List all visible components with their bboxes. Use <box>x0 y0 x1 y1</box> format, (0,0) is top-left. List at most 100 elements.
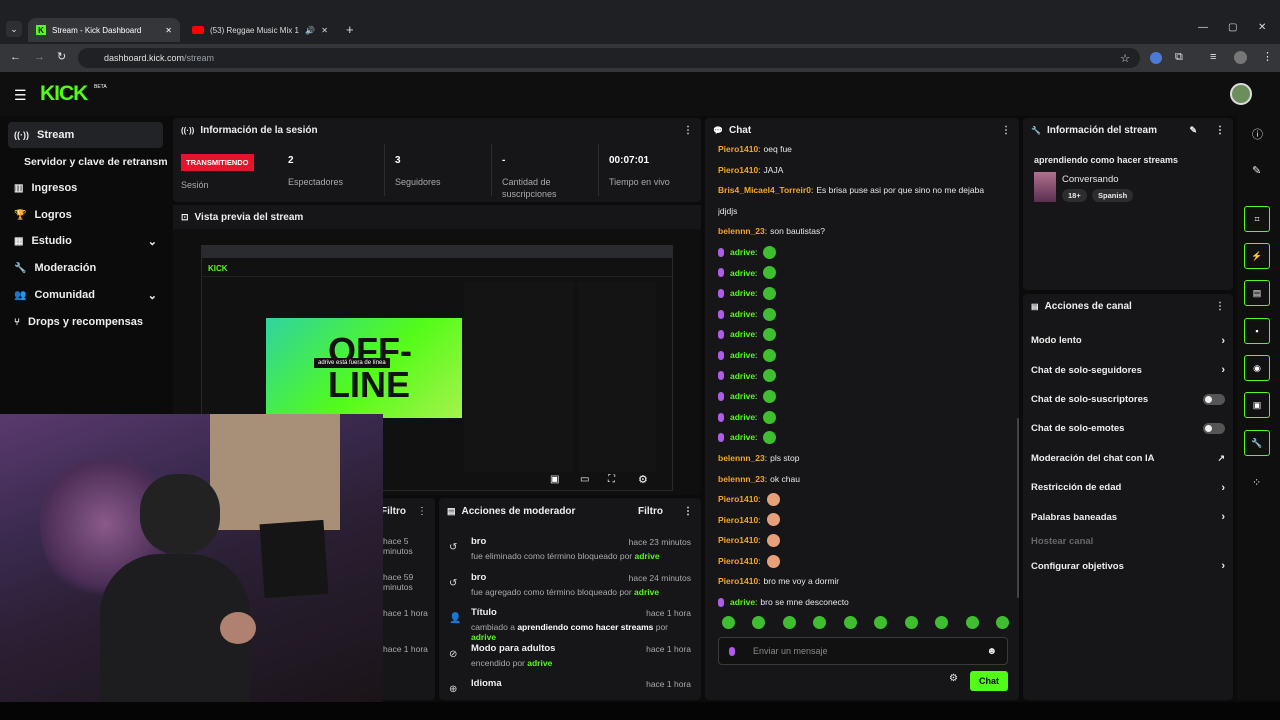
emote-icon[interactable] <box>752 616 766 629</box>
emote-icon[interactable] <box>874 616 888 629</box>
chat-username[interactable]: Piero1410 <box>718 571 758 592</box>
reload-icon[interactable]: ↻ <box>57 50 66 63</box>
emote-icon[interactable] <box>813 616 827 629</box>
chat-input[interactable]: Enviar un mensaje ☻ <box>718 637 1008 665</box>
chat-username[interactable]: adrive <box>730 283 755 304</box>
subscribers-only-toggle[interactable] <box>1203 393 1225 405</box>
theater-icon[interactable]: ▭ <box>580 474 589 485</box>
broadcast-icon[interactable]: ◉ <box>1244 355 1270 381</box>
sidebar-item-server-key[interactable]: Servidor y clave de retransm <box>8 149 172 175</box>
tab-kick-dashboard[interactable]: K Stream - Kick Dashboard ✕ <box>28 18 180 42</box>
sidebar-item-ingresos[interactable]: ▥ Ingresos <box>8 175 163 201</box>
tab-youtube[interactable]: (53) Reggae Music Mix 10 H 🔊 ✕ <box>184 18 336 42</box>
maximize-icon[interactable]: ▢ <box>1228 22 1237 33</box>
banned-words-row[interactable]: Palabras baneadas › <box>1023 502 1233 531</box>
forward-icon[interactable]: → <box>34 51 45 63</box>
document-icon[interactable]: ▤ <box>1244 280 1270 306</box>
emote-icon[interactable] <box>904 616 918 629</box>
avatar[interactable] <box>1230 83 1252 105</box>
new-tab-icon[interactable]: + <box>346 22 354 37</box>
close-icon[interactable]: ✕ <box>165 26 172 35</box>
chat-username[interactable]: adrive <box>730 304 755 325</box>
emote-icon[interactable] <box>935 616 949 629</box>
chat-username[interactable]: belennn_23 <box>718 221 765 242</box>
settings-gear-icon[interactable]: ⚙ <box>638 473 648 486</box>
category-thumbnail[interactable] <box>1034 172 1056 202</box>
chat-bubble-icon[interactable]: ▪ <box>1244 318 1270 344</box>
tab-search-icon[interactable]: ⌄ <box>6 21 22 37</box>
ai-moderation-row[interactable]: Moderación del chat con IA ↗ <box>1023 444 1233 473</box>
chat-scrollbar[interactable] <box>1017 418 1019 598</box>
close-icon[interactable]: ✕ <box>321 26 328 35</box>
sidebar-item-estudio[interactable]: ▦ Estudio ⌄ <box>8 228 163 254</box>
set-goals-row[interactable]: Configurar objetivos › <box>1023 552 1233 581</box>
sidebar-item-logros[interactable]: 🏆 Logros <box>8 202 163 228</box>
more-options-icon[interactable]: ⋮ <box>417 506 427 517</box>
speaker-icon[interactable]: 🔊 <box>305 26 315 35</box>
log-user[interactable]: adrive <box>527 658 552 668</box>
chat-username[interactable]: Piero1410 <box>718 510 758 531</box>
age-restriction-row[interactable]: Restricción de edad › <box>1023 473 1233 502</box>
more-options-icon[interactable]: ⋮ <box>683 506 693 517</box>
chat-username[interactable]: adrive <box>730 407 755 428</box>
extensions-puzzle-icon[interactable]: ⧉ <box>1175 51 1183 64</box>
more-options-icon[interactable]: ⋮ <box>683 125 693 136</box>
chat-username[interactable]: adrive <box>730 366 755 387</box>
chat-username[interactable]: adrive <box>730 242 755 263</box>
wrench-icon[interactable]: 🔧 <box>1244 430 1270 456</box>
kick-logo[interactable]: KICK <box>40 82 88 106</box>
minimize-icon[interactable]: — <box>1198 22 1208 33</box>
emote-icon[interactable] <box>843 616 857 629</box>
chat-username[interactable]: adrive <box>730 427 755 448</box>
address-bar[interactable]: dashboard.kick.com/stream ☆ <box>78 48 1140 68</box>
hamburger-menu-icon[interactable]: ☰ <box>14 87 27 104</box>
chat-username[interactable]: Piero1410 <box>718 160 758 181</box>
emoji-picker-icon[interactable]: ☻ <box>986 646 997 657</box>
sidebar-item-moderacion[interactable]: 🔧 Moderación <box>8 255 163 281</box>
media-control-icon[interactable]: ≡ <box>1210 51 1216 63</box>
log-user[interactable]: adrive <box>634 587 659 597</box>
profile-avatar-icon[interactable] <box>1234 51 1247 64</box>
filter-button[interactable]: Filtro <box>381 506 406 517</box>
sidebar-item-comunidad[interactable]: 👥 Comunidad ⌄ <box>8 282 163 308</box>
chat-send-button[interactable]: Chat <box>970 671 1008 691</box>
edit-pencil-icon[interactable]: ✎ <box>1252 164 1261 177</box>
emote-icon[interactable] <box>995 616 1009 629</box>
more-options-icon[interactable]: ⋮ <box>1215 301 1225 312</box>
more-options-icon[interactable]: ⋮ <box>1215 125 1225 136</box>
emote-icon[interactable] <box>782 616 796 629</box>
log-user[interactable]: adrive <box>635 551 660 561</box>
lightning-icon[interactable]: ⚡ <box>1244 243 1270 269</box>
window-close-icon[interactable]: ✕ <box>1258 22 1266 33</box>
emotes-only-toggle[interactable] <box>1203 423 1225 435</box>
fullscreen-icon[interactable]: ⛶ <box>608 474 615 485</box>
info-icon[interactable]: ⓘ <box>1252 126 1263 142</box>
chat-username[interactable]: Piero1410 <box>718 551 758 572</box>
filter-button[interactable]: Filtro <box>638 506 663 517</box>
chat-username[interactable]: Piero1410 <box>718 139 758 160</box>
bookmark-star-icon[interactable]: ☆ <box>1120 52 1130 65</box>
clip-icon[interactable]: ⌗ <box>1244 206 1270 232</box>
sidebar-item-stream[interactable]: ((·)) Stream <box>8 122 163 148</box>
chat-username[interactable]: belennn_23 <box>718 469 765 490</box>
pip-icon[interactable]: ▣ <box>550 474 559 485</box>
followers-only-row[interactable]: Chat de solo-seguidores › <box>1023 355 1233 384</box>
layout-icon[interactable]: ▣ <box>1244 392 1270 418</box>
chat-username[interactable]: adrive <box>730 386 755 407</box>
slow-mode-row[interactable]: Modo lento › <box>1023 326 1233 355</box>
emote-icon[interactable] <box>722 616 735 629</box>
chat-username[interactable]: belennn_23 <box>718 448 765 469</box>
edit-pencil-icon[interactable]: ✎ <box>1189 125 1197 136</box>
chat-settings-icon[interactable]: ⚙ <box>949 673 958 684</box>
chat-username[interactable]: Bris4_Micael4_Torreir0 <box>718 180 811 201</box>
chat-username[interactable]: Piero1410 <box>718 489 758 510</box>
stream-category[interactable]: Conversando <box>1062 174 1119 185</box>
back-icon[interactable]: ← <box>10 51 21 63</box>
emote-icon[interactable] <box>965 616 979 629</box>
chat-username[interactable]: adrive <box>730 263 755 284</box>
sidebar-item-drops[interactable]: ⑂ Drops y recompensas <box>8 309 163 335</box>
drops-icon[interactable]: ⁘ <box>1252 476 1261 489</box>
chat-username[interactable]: adrive <box>730 345 755 366</box>
more-options-icon[interactable]: ⋮ <box>1001 125 1011 136</box>
extension-icon[interactable] <box>1150 52 1162 64</box>
